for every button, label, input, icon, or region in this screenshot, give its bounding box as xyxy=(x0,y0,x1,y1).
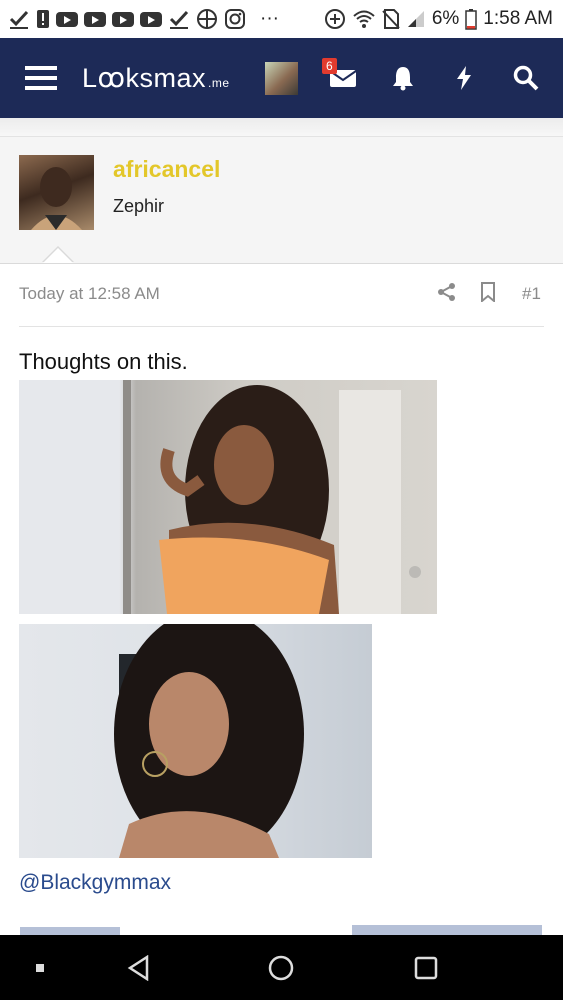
checkmark-icon xyxy=(168,8,190,30)
alert-icon xyxy=(36,8,50,30)
post-timestamp[interactable]: Today at 12:58 AM xyxy=(19,284,160,304)
post-meta-divider xyxy=(19,326,544,327)
signal-icon xyxy=(406,9,426,29)
author-user-title: Zephir xyxy=(113,196,165,216)
post-image-2[interactable] xyxy=(19,624,372,858)
menu-icon[interactable] xyxy=(24,38,58,118)
status-bar: ··· 6% 1:58 AM xyxy=(0,0,563,38)
recents-dot-icon[interactable] xyxy=(30,935,50,1000)
author-username[interactable]: africancel xyxy=(113,156,220,183)
data-saver-icon xyxy=(324,8,346,30)
back-icon[interactable] xyxy=(124,935,154,1000)
search-icon[interactable] xyxy=(512,38,540,118)
user-mention-link[interactable]: @Blackgymmax xyxy=(19,871,171,895)
notification-badge: 6 xyxy=(322,58,337,74)
system-navigation-bar xyxy=(0,935,563,1000)
avatar-thumbnail[interactable] xyxy=(264,38,298,118)
nav-shadow xyxy=(0,118,563,136)
clock: 1:58 AM xyxy=(483,8,553,29)
post-footer-cutoff xyxy=(0,925,563,935)
post-number-link[interactable]: #1 xyxy=(522,284,541,304)
bell-icon[interactable] xyxy=(390,38,416,118)
envelope-icon[interactable] xyxy=(328,38,358,118)
bookmark-icon[interactable] xyxy=(480,282,496,302)
youtube-icon xyxy=(140,11,162,27)
checkmark-icon xyxy=(8,8,30,30)
post-body-text: Thoughts on this. xyxy=(19,349,188,374)
battery-percent: 6% xyxy=(431,8,460,29)
logo-text: Lꝏksmax xyxy=(82,62,207,93)
share-icon[interactable] xyxy=(437,282,457,302)
more-notifications-icon: ··· xyxy=(260,8,279,29)
youtube-icon xyxy=(56,11,78,27)
logo-suffix: .me xyxy=(208,76,230,90)
author-panel-arrow-inner xyxy=(43,248,73,263)
site-logo[interactable]: Lꝏksmax .me xyxy=(82,38,230,118)
author-avatar[interactable] xyxy=(19,155,94,230)
wifi-icon xyxy=(352,9,376,29)
lightning-icon[interactable] xyxy=(452,38,476,118)
youtube-icon xyxy=(112,11,134,27)
instagram-icon xyxy=(224,8,246,30)
pinwheel-icon xyxy=(196,8,218,30)
no-sim-icon xyxy=(382,8,400,30)
overview-icon[interactable] xyxy=(411,935,441,1000)
youtube-icon xyxy=(84,11,106,27)
post-image-1[interactable] xyxy=(19,380,437,614)
battery-icon xyxy=(465,8,478,30)
home-icon[interactable] xyxy=(266,935,296,1000)
